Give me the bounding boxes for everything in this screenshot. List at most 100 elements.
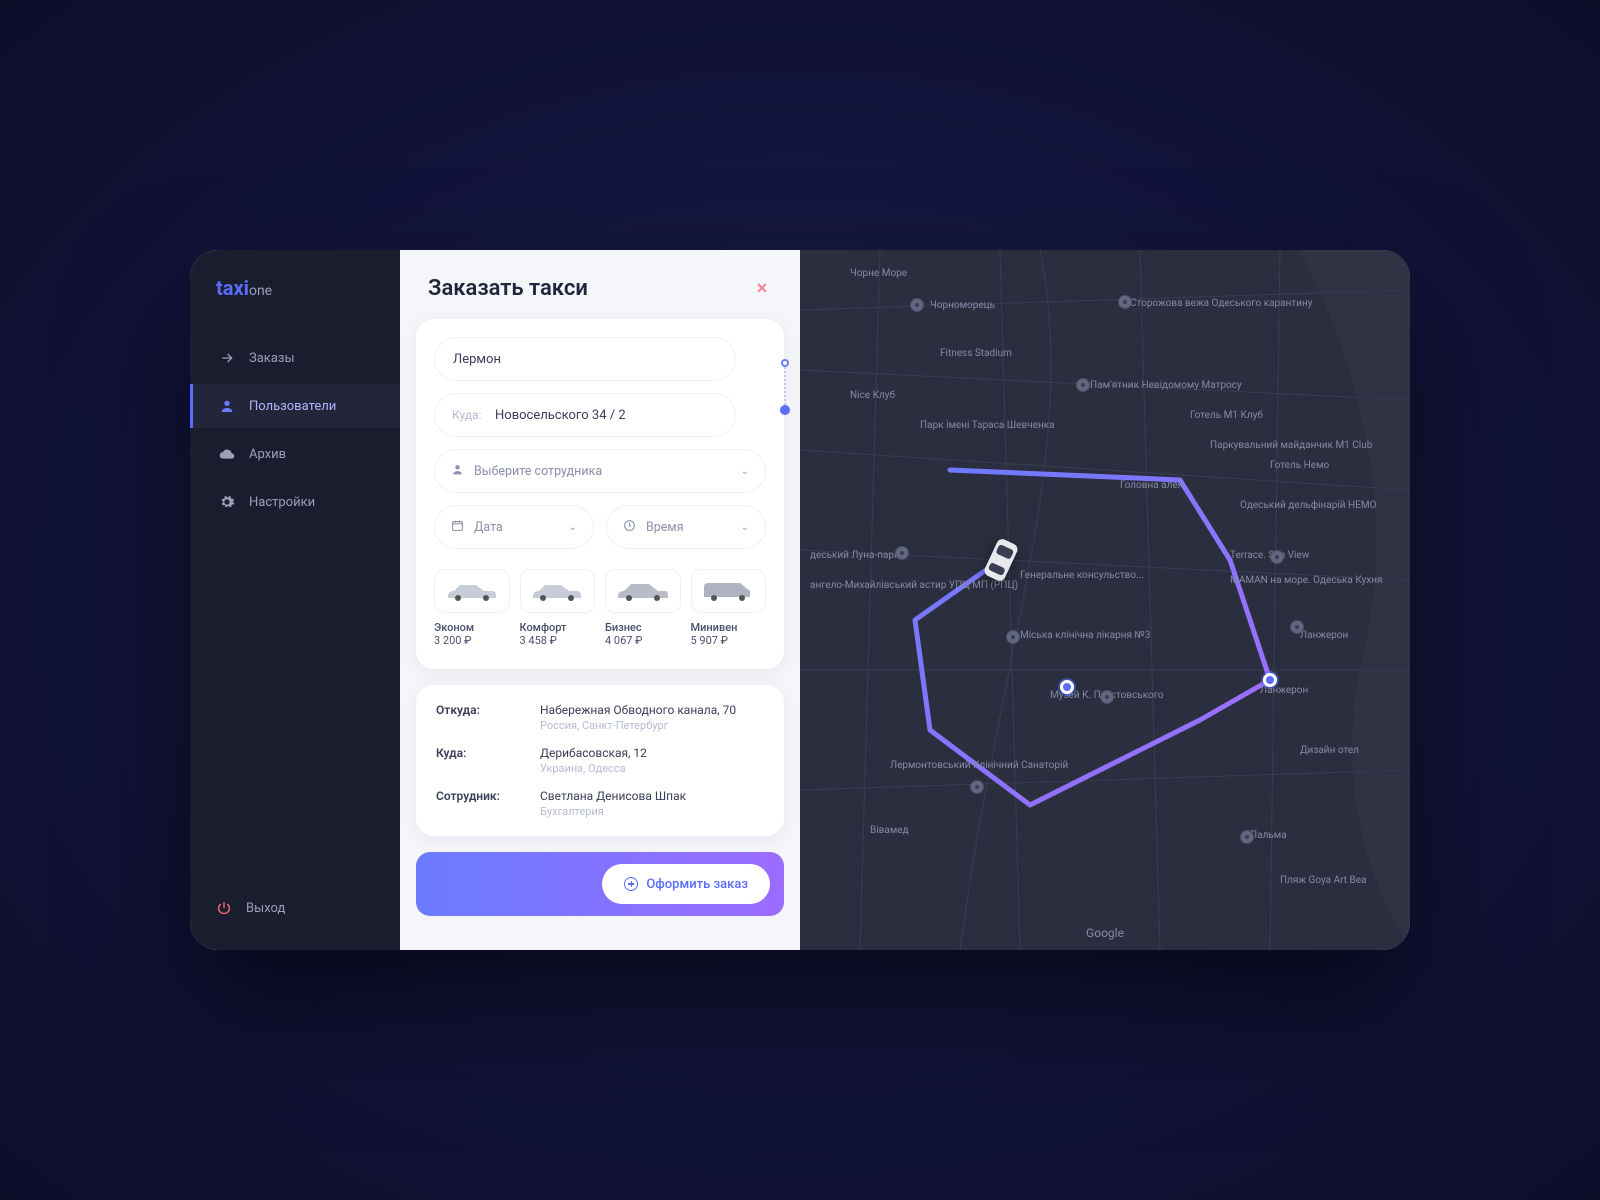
app-window: taxione Заказы Пользователи Архив xyxy=(190,250,1410,950)
summary-key: Сотрудник: xyxy=(436,789,524,818)
map-label: Головна алея xyxy=(1120,480,1183,491)
car-name: Эконом xyxy=(434,621,510,634)
summary-value: Набережная Обводного канала, 70 xyxy=(540,703,764,717)
plus-circle-icon xyxy=(624,877,638,891)
map-label: Вівамед xyxy=(870,825,909,836)
map-label: Дизайн отел xyxy=(1300,745,1359,756)
sidebar-item-orders[interactable]: Заказы xyxy=(190,336,400,380)
map-label: Пляж Goya Art Bea xyxy=(1280,875,1366,886)
employee-select-label: Выберите сотрудника xyxy=(474,464,731,479)
map-label: Готель Немо xyxy=(1270,460,1329,471)
car-option-comfort[interactable]: Комфорт 3 458 ₽ xyxy=(520,569,596,647)
logo: taxione xyxy=(190,276,400,326)
map-label: Пальма xyxy=(1250,830,1287,841)
car-name: Комфорт xyxy=(520,621,596,634)
time-select[interactable]: Время ⌄ xyxy=(606,505,766,549)
map-label: ангело-Михайлівський астир УПЦ МП (РПЦ) xyxy=(810,580,1018,591)
calendar-icon xyxy=(451,519,464,536)
power-icon xyxy=(216,900,232,916)
sidebar-item-label: Настройки xyxy=(249,495,315,510)
origin-dot-icon xyxy=(781,359,789,367)
map-attribution: Google xyxy=(1086,926,1124,940)
summary-row-employee: Сотрудник: Светлана Денисова Шпак Бухгал… xyxy=(436,789,764,818)
map-label: Готель М1 Клуб xyxy=(1190,410,1263,421)
user-icon xyxy=(451,463,464,480)
panel-footer: Оформить заказ xyxy=(416,852,784,916)
destination-dot-icon xyxy=(780,405,790,415)
car-sedan-icon xyxy=(434,569,510,613)
logo-main: taxi xyxy=(216,276,249,300)
car-class-options: Эконом 3 200 ₽ Комфорт 3 458 ₽ Бизнес 4 … xyxy=(434,569,766,647)
sidebar-nav: Заказы Пользователи Архив Настройки xyxy=(190,336,400,886)
employee-select[interactable]: Выберите сотрудника ⌄ xyxy=(434,449,766,493)
map-label: Чорноморець xyxy=(930,300,995,311)
map-label: Nice Клуб xyxy=(850,390,895,401)
logo-sub: one xyxy=(249,283,272,299)
close-button[interactable]: ✕ xyxy=(752,279,772,299)
map-label: Ланжерон xyxy=(1300,630,1348,641)
car-name: Минивен xyxy=(691,621,767,634)
user-icon xyxy=(219,398,235,414)
summary-value: Светлана Денисова Шпак xyxy=(540,789,764,803)
map-poi-pin-icon xyxy=(1290,620,1304,634)
summary-value: Дерибасовская, 12 xyxy=(540,746,764,760)
to-prefix-label: Куда: xyxy=(452,408,482,422)
map-label: Генеральне консульство... xyxy=(1020,570,1144,581)
panel-header: Заказать такси ✕ xyxy=(400,250,800,301)
car-sedan-icon xyxy=(520,569,596,613)
summary-row-from: Откуда: Набережная Обводного канала, 70 … xyxy=(436,703,764,732)
map-label: Міська клінічна лікарня №3 xyxy=(1020,630,1150,641)
summary-subvalue: Украина, Одесса xyxy=(540,762,764,775)
map-poi-pin-icon xyxy=(1240,830,1254,844)
map-poi-pin-icon xyxy=(1100,690,1114,704)
gear-icon xyxy=(219,494,235,510)
summary-key: Куда: xyxy=(436,746,524,775)
chevron-down-icon: ⌄ xyxy=(741,522,749,533)
car-price: 5 907 ₽ xyxy=(691,634,767,647)
cloud-icon xyxy=(219,446,235,462)
summary-subvalue: Россия, Санкт-Петербург xyxy=(540,719,764,732)
summary-row-to: Куда: Дерибасовская, 12 Украина, Одесса xyxy=(436,746,764,775)
map-label: Одеський дельфінарій НЕМО xyxy=(1240,500,1376,511)
map-label: Паркувальний майданчик М1 Club xyxy=(1210,440,1372,451)
map-roads xyxy=(800,250,1410,950)
map-label: Пам'ятник Невідомому Матросу xyxy=(1090,380,1242,391)
map-poi-pin-icon xyxy=(1270,550,1284,564)
date-select-label: Дата xyxy=(474,520,559,535)
map-poi-pin-icon xyxy=(895,546,909,560)
car-price: 3 458 ₽ xyxy=(520,634,596,647)
map-label: MAMAN на море. Одеська Кухня xyxy=(1230,575,1383,586)
sidebar-item-label: Заказы xyxy=(249,351,295,366)
car-price: 4 067 ₽ xyxy=(605,634,681,647)
submit-label: Оформить заказ xyxy=(646,877,748,892)
arrow-right-icon xyxy=(219,350,235,366)
logout-label: Выход xyxy=(246,901,285,916)
sidebar-item-settings[interactable]: Настройки xyxy=(190,480,400,524)
date-select[interactable]: Дата ⌄ xyxy=(434,505,594,549)
map-label: Fitness Stadium xyxy=(940,348,1012,359)
time-select-label: Время xyxy=(646,520,731,535)
chevron-down-icon: ⌄ xyxy=(741,466,749,477)
map-poi-pin-icon xyxy=(1118,295,1132,309)
sidebar-item-archive[interactable]: Архив xyxy=(190,432,400,476)
map-label: деський Луна-парк xyxy=(810,550,899,561)
from-field-row xyxy=(434,337,736,381)
car-option-business[interactable]: Бизнес 4 067 ₽ xyxy=(605,569,681,647)
car-option-minivan[interactable]: Минивен 5 907 ₽ xyxy=(691,569,767,647)
map-poi-pin-icon xyxy=(910,298,924,312)
route-destination-marker xyxy=(1263,673,1277,687)
route-line-icon xyxy=(784,367,786,405)
map-label: Парк імені Тараса Шевченка xyxy=(920,420,1055,431)
logout-button[interactable]: Выход xyxy=(190,886,400,930)
map-label: Лермонтовський Клінічний Санаторій xyxy=(890,760,1068,771)
summary-card: Откуда: Набережная Обводного канала, 70 … xyxy=(416,685,784,836)
submit-order-button[interactable]: Оформить заказ xyxy=(602,864,770,904)
from-input[interactable] xyxy=(434,337,736,381)
car-sedan-icon xyxy=(605,569,681,613)
car-price: 3 200 ₽ xyxy=(434,634,510,647)
map-view[interactable]: Чорне МореЧорноморецьСторожова вежа Одес… xyxy=(800,250,1410,950)
map-label: Чорне Море xyxy=(850,268,907,279)
car-option-economy[interactable]: Эконом 3 200 ₽ xyxy=(434,569,510,647)
clock-icon xyxy=(623,519,636,536)
sidebar-item-users[interactable]: Пользователи xyxy=(190,384,400,428)
